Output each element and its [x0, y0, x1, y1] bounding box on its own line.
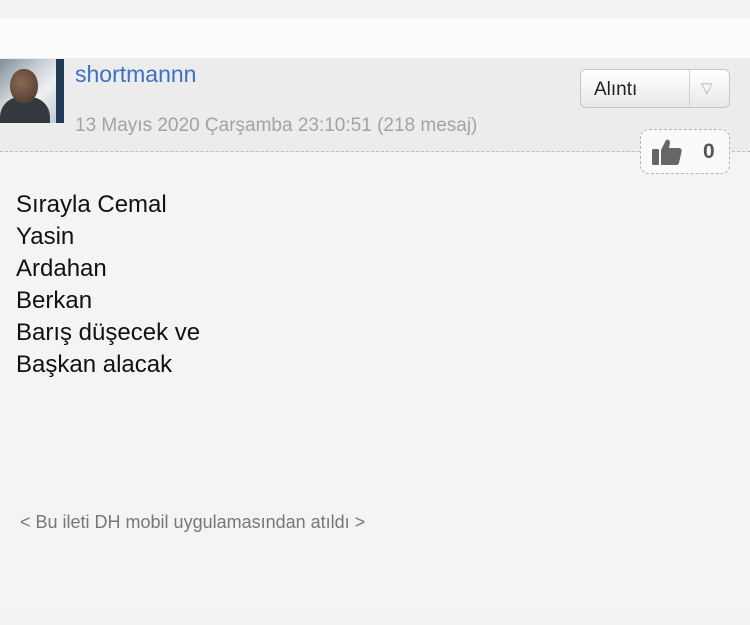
quote-button[interactable]: Alıntı ▽: [580, 69, 730, 108]
mobile-app-note: < Bu ileti DH mobil uygulamasından atıld…: [20, 512, 366, 532]
like-button[interactable]: 0: [640, 129, 730, 174]
quote-button-separator: [689, 70, 690, 107]
message-line: Başkan alacak: [16, 351, 173, 378]
message-body: Sırayla Cemal Yasin Ardahan Berkan Barış…: [16, 189, 716, 381]
thumbs-up-icon: [652, 139, 682, 165]
avatar-edge: [56, 59, 64, 123]
header-divider: [0, 151, 750, 152]
like-count: 0: [703, 140, 715, 163]
quote-button-label: Alıntı: [594, 79, 638, 100]
message-line: Ardahan: [16, 255, 107, 282]
message-line: Yasin: [16, 223, 75, 250]
forum-post: shortmannn 13 Mayıs 2020 Çarşamba 23:10:…: [0, 58, 750, 608]
post-meta: 13 Mayıs 2020 Çarşamba 23:10:51 (218 mes…: [75, 115, 478, 136]
message-line: Sırayla Cemal: [16, 191, 167, 218]
previous-post-strip: [0, 18, 750, 58]
avatar[interactable]: [0, 59, 64, 123]
message-line: Berkan: [16, 287, 93, 314]
post-header: shortmannn 13 Mayıs 2020 Çarşamba 23:10:…: [0, 58, 750, 152]
message-line: Barış düşecek ve: [16, 319, 201, 346]
chevron-down-icon[interactable]: ▽: [701, 79, 713, 97]
avatar-head: [10, 69, 38, 103]
username-link[interactable]: shortmannn: [75, 61, 196, 88]
